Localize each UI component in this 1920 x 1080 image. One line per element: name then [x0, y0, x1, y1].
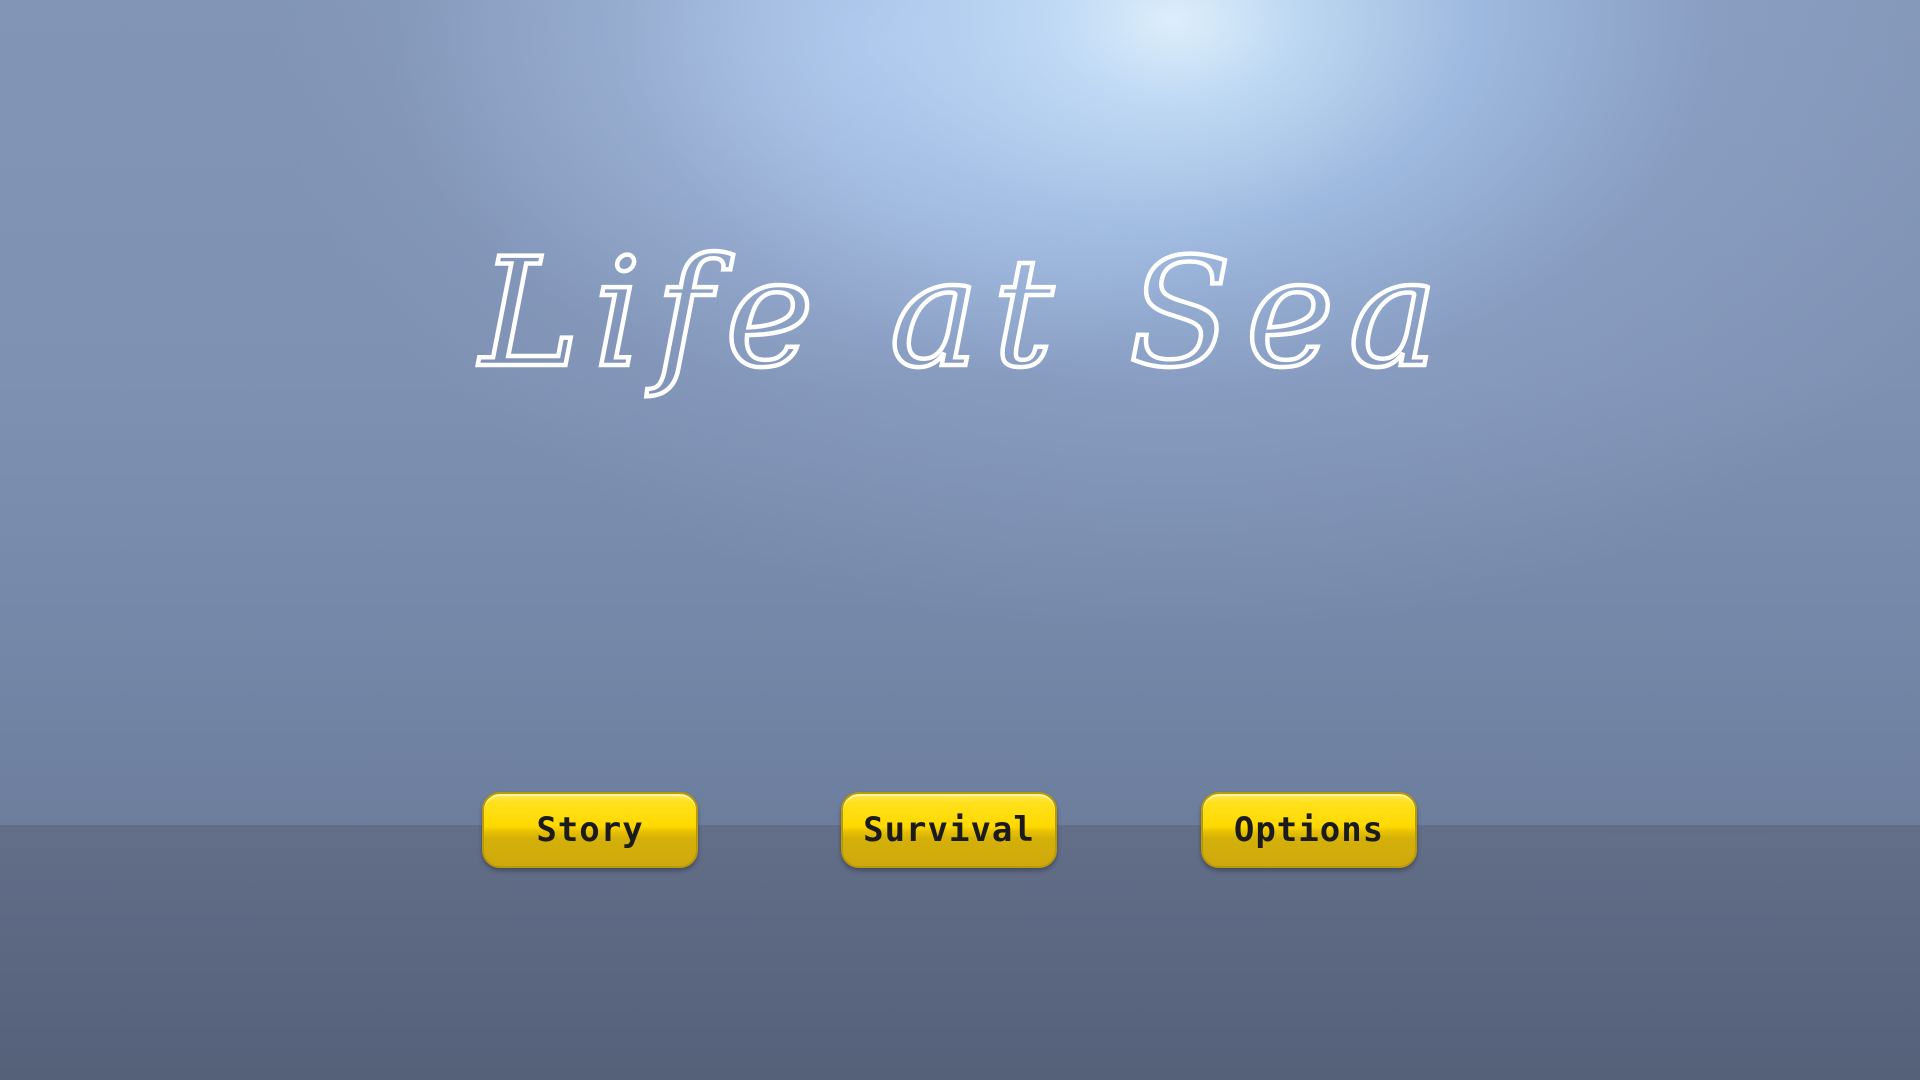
main-menu-screen: Life at Sea Story Survival Options — [0, 0, 1920, 1080]
story-button-label: Story — [536, 810, 644, 850]
survival-button-label: Survival — [863, 810, 1035, 850]
options-button[interactable]: Options — [1201, 792, 1417, 868]
game-title-logo: Life at Sea — [475, 225, 1450, 404]
options-button-label: Options — [1233, 810, 1385, 850]
game-title: Life at Sea — [477, 227, 1450, 401]
story-button[interactable]: Story — [482, 792, 698, 868]
survival-button[interactable]: Survival — [841, 792, 1057, 868]
